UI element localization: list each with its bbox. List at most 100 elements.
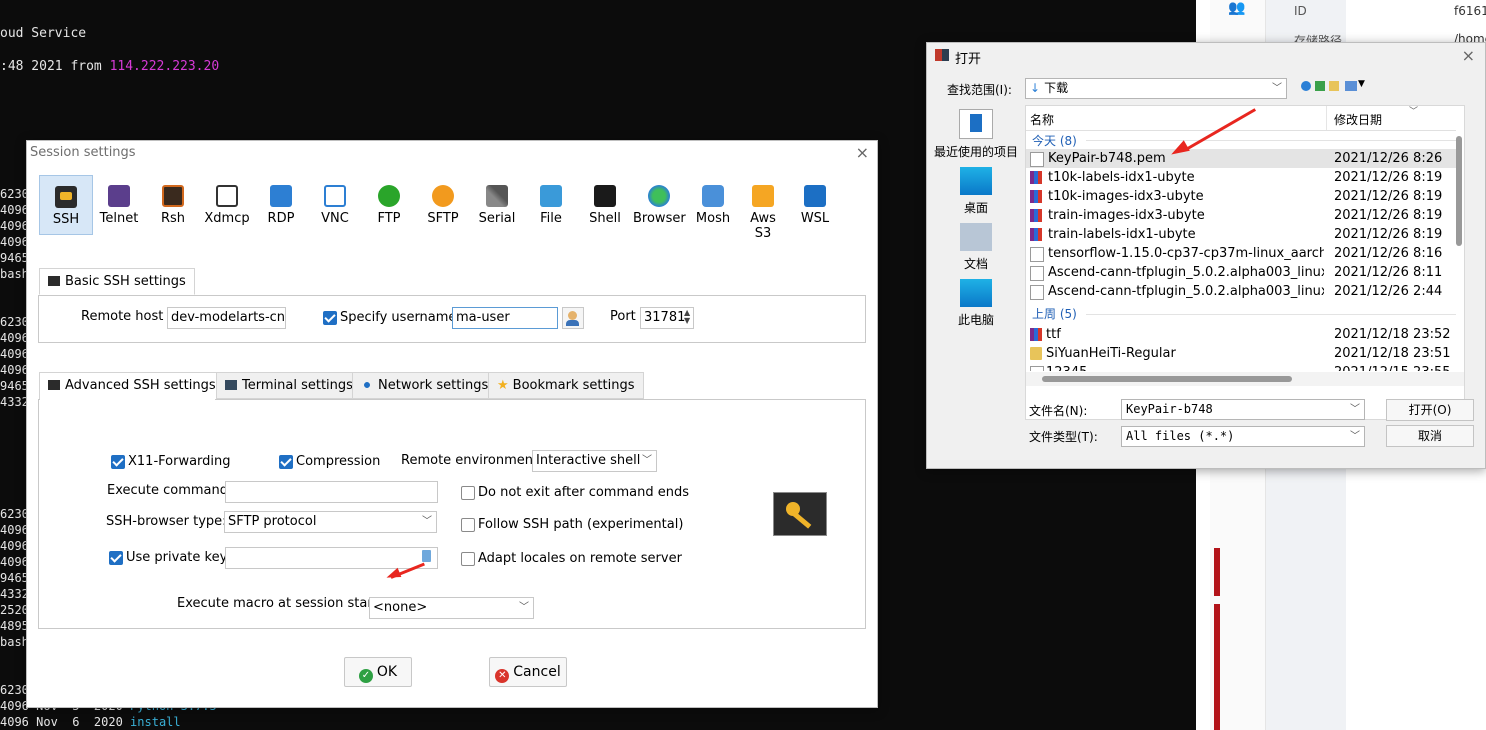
compression-label: Compression — [296, 454, 381, 469]
session-type-ssh[interactable]: SSH — [39, 175, 93, 235]
tab-network-settings[interactable]: Network settings — [352, 372, 498, 399]
use-private-key-checkbox[interactable] — [109, 551, 123, 565]
tab-terminal-settings[interactable]: Terminal settings — [216, 372, 362, 399]
specify-username-checkbox[interactable] — [323, 311, 337, 325]
session-type-shell[interactable]: Shell — [579, 175, 631, 233]
column-header-date[interactable]: 修改日期 — [1334, 111, 1382, 128]
session-type-xdmcp[interactable]: Xdmcp — [201, 175, 253, 233]
session-type-wsl[interactable]: WSL — [789, 175, 841, 233]
file-row[interactable]: Ascend-cann-tfplugin_5.0.2.alpha003_linu… — [1026, 263, 1456, 282]
vertical-scrollbar-thumb[interactable] — [1456, 136, 1462, 246]
group-header-last-week[interactable]: 上周 (5) — [1032, 305, 1077, 322]
user-icon[interactable] — [562, 307, 584, 329]
check-icon: ✓ — [358, 669, 373, 683]
file-row[interactable]: 123452021/12/15 23:55 — [1026, 363, 1456, 371]
cancel-icon: ✕ — [495, 669, 510, 683]
column-header-name[interactable]: 名称 — [1030, 111, 1054, 128]
execute-command-label: Execute command: — [107, 483, 233, 498]
session-type-rsh[interactable]: Rsh — [147, 175, 199, 233]
ssh-browser-type-select[interactable]: SFTP protocol ﹀ — [224, 511, 437, 533]
file-row[interactable]: train-labels-idx1-ubyte 2021/12/26 8:19 — [1026, 225, 1456, 244]
close-icon[interactable]: × — [1462, 46, 1475, 65]
back-icon[interactable] — [1301, 81, 1311, 91]
vnc-icon — [324, 185, 346, 207]
file-name-input[interactable]: KeyPair-b748 ﹀ — [1121, 399, 1365, 420]
session-type-browser[interactable]: Browser — [633, 175, 686, 233]
file-row[interactable]: Ascend-cann-tfplugin_5.0.2.alpha003_linu… — [1026, 282, 1456, 301]
adapt-locales-checkbox[interactable] — [461, 552, 475, 566]
up-folder-icon[interactable] — [1315, 81, 1325, 91]
scrollbar-thumb[interactable] — [1042, 376, 1292, 382]
private-key-input[interactable] — [225, 547, 438, 569]
execute-command-input[interactable] — [225, 481, 438, 503]
session-type-serial[interactable]: Serial — [471, 175, 523, 233]
ok-button[interactable]: ✓ OK — [344, 657, 412, 687]
file-row[interactable]: SiYuanHeiTi-Regular 2021/12/18 23:51 — [1026, 344, 1456, 363]
session-type-sftp[interactable]: SFTP — [417, 175, 469, 233]
terminal-fragment: 6230 — [0, 507, 29, 521]
session-type-telnet[interactable]: Telnet — [93, 175, 145, 233]
compression-checkbox[interactable] — [279, 455, 293, 469]
session-type-ftp[interactable]: FTP — [363, 175, 415, 233]
session-type-aws-s3[interactable]: Aws S3 — [741, 175, 785, 241]
cancel-button[interactable]: 取消 — [1386, 425, 1474, 447]
dialog-title: 打开 — [955, 52, 982, 67]
place-recent[interactable]: 最近使用的项目 — [933, 109, 1019, 160]
file-type-select[interactable]: All files (*.*) ﹀ — [1121, 426, 1365, 447]
remote-environment-select[interactable]: Interactive shell ﹀ — [532, 450, 657, 472]
x11-forwarding-checkbox[interactable] — [111, 455, 125, 469]
place-this-pc[interactable]: 此电脑 — [933, 279, 1019, 328]
dialog-title: Session settings — [30, 145, 136, 160]
session-type-mosh[interactable]: Mosh — [687, 175, 739, 233]
file-row[interactable]: t10k-labels-idx1-ubyte 2021/12/26 8:19 — [1026, 168, 1456, 187]
tab-advanced-ssh-settings[interactable]: Advanced SSH settings — [39, 372, 225, 401]
port-spinner-icon[interactable]: ▲ ▼ — [684, 309, 690, 325]
follow-ssh-path-checkbox[interactable] — [461, 518, 475, 532]
new-folder-icon[interactable] — [1329, 81, 1339, 91]
tab-join — [40, 398, 215, 401]
people-icon: 👥 — [1228, 0, 1246, 16]
file-row[interactable]: t10k-images-idx3-ubyte 2021/12/26 8:19 — [1026, 187, 1456, 206]
group-header-today[interactable]: 今天 (8) — [1032, 132, 1077, 149]
chevron-down-icon[interactable]: ▼ — [1358, 79, 1365, 89]
horizontal-scrollbar[interactable] — [1026, 372, 1464, 386]
file-row[interactable]: train-images-idx3-ubyte 2021/12/26 8:19 — [1026, 206, 1456, 225]
view-menu-icon[interactable] — [1345, 81, 1357, 91]
look-in-label: 查找范围(I): — [947, 83, 1012, 97]
place-documents[interactable]: 文档 — [933, 223, 1019, 272]
place-desktop[interactable]: 桌面 — [933, 167, 1019, 216]
monitor-icon — [270, 185, 292, 207]
terminal-fragment: 9465 — [0, 379, 29, 393]
terminal-fragment: 4096 — [0, 555, 29, 569]
close-icon[interactable]: × — [856, 143, 869, 162]
remote-host-input[interactable]: dev-modelarts-cnnc — [167, 307, 286, 329]
file-list[interactable]: 名称 修改日期 ﹀ 今天 (8) KeyPair-b748.pem 2021/12… — [1025, 105, 1465, 420]
aws-cubes-icon — [752, 185, 774, 207]
open-button[interactable]: 打开(O) — [1386, 399, 1474, 421]
execute-macro-select[interactable]: <none> ﹀ — [369, 597, 534, 619]
session-type-vnc[interactable]: VNC — [309, 175, 361, 233]
red-marker — [1214, 548, 1220, 596]
archive-icon — [1030, 209, 1042, 222]
satellite-icon — [702, 185, 724, 207]
look-in-select[interactable]: ↓ 下载 ﹀ — [1025, 78, 1287, 99]
file-row[interactable]: ttf 2021/12/18 23:52 — [1026, 325, 1456, 344]
network-icon — [361, 380, 373, 390]
sftp-globe-icon — [432, 185, 454, 207]
terminal-line-login: :48 2021 from 114.222.223.20 — [0, 59, 219, 74]
archive-icon — [1030, 228, 1042, 241]
recent-items-icon — [959, 109, 993, 139]
session-type-rdp[interactable]: RDP — [255, 175, 307, 233]
tab-basic-ssh-settings[interactable]: Basic SSH settings — [39, 268, 195, 295]
file-row[interactable]: tensorflow-1.15.0-cp37-cp37m-linux_aarch… — [1026, 244, 1456, 263]
username-input[interactable]: ma-user — [452, 307, 558, 329]
terminal-icon — [225, 380, 237, 390]
file-row[interactable]: KeyPair-b748.pem 2021/12/26 8:26 — [1026, 149, 1456, 168]
do-not-exit-checkbox[interactable] — [461, 486, 475, 500]
session-type-file[interactable]: File — [525, 175, 577, 233]
archive-icon — [1030, 190, 1042, 203]
browse-file-icon[interactable] — [422, 550, 431, 562]
tab-bookmark-settings[interactable]: ★ Bookmark settings — [488, 372, 644, 399]
chevron-down-icon: ﹀ — [642, 455, 652, 466]
cancel-button[interactable]: ✕ Cancel — [489, 657, 567, 687]
